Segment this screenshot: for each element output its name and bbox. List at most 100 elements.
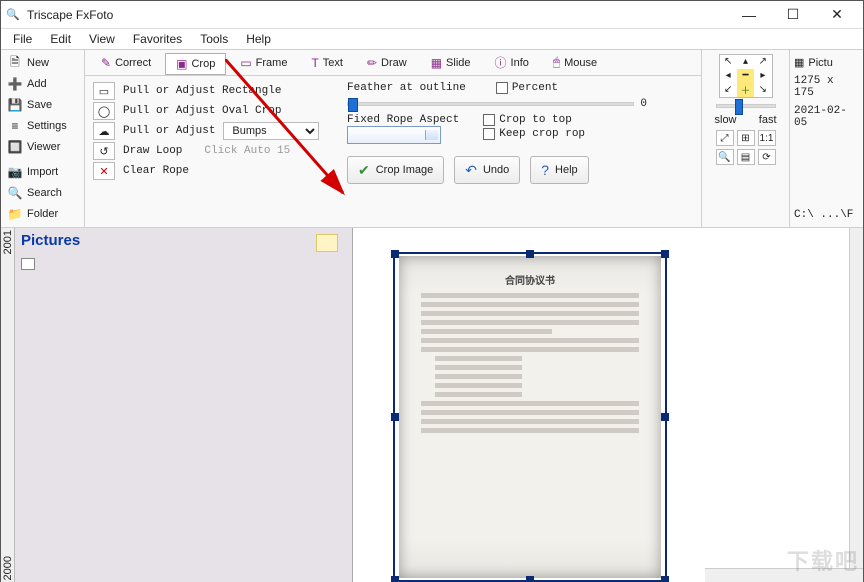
crop-image-button[interactable]: ✔Crop Image bbox=[347, 156, 444, 184]
tool-search[interactable]: 🔍Search bbox=[3, 184, 82, 202]
tool-save[interactable]: 💾Save bbox=[3, 96, 82, 114]
close-button[interactable]: ✕ bbox=[815, 2, 859, 28]
shape-select[interactable]: Bumps bbox=[223, 122, 319, 140]
shape-oval[interactable]: ◯Pull or Adjust Oval Crop bbox=[93, 102, 333, 120]
image-date: 2021-02-05 bbox=[794, 105, 859, 129]
menu-favorites[interactable]: Favorites bbox=[125, 30, 190, 48]
tab-draw[interactable]: ✏Draw bbox=[357, 53, 417, 73]
tool-import[interactable]: 📷Import bbox=[3, 163, 82, 181]
info-icon: ⓘ bbox=[495, 54, 507, 71]
layers-icon[interactable]: ▤ bbox=[737, 149, 755, 165]
main-area: 20012000 Pictures 合同协议书 bbox=[1, 228, 863, 582]
image-path: C:\ ...\F bbox=[794, 209, 859, 221]
import-icon: 📷 bbox=[7, 165, 23, 179]
add-icon: ➕ bbox=[7, 77, 23, 91]
feather-slider[interactable] bbox=[347, 102, 634, 106]
rotate-icon[interactable]: ⟳ bbox=[758, 149, 776, 165]
crop-top-checkbox[interactable]: Crop to top bbox=[483, 114, 585, 126]
tool-area: 🗎New ➕Add 💾Save ≡Settings 🔲Viewer 📷Impor… bbox=[1, 49, 863, 228]
nav-cluster[interactable]: ↖▴↗ ◂━▸ ↙＋↘ bbox=[719, 54, 773, 98]
nav-center-icon[interactable]: ━ bbox=[737, 69, 754, 83]
crop-icon: ▣ bbox=[176, 57, 187, 71]
vertical-ruler: 20012000 bbox=[1, 228, 15, 582]
percent-checkbox[interactable]: Percent bbox=[496, 82, 558, 94]
nav-nw-icon[interactable]: ↖ bbox=[720, 55, 737, 69]
handle-bm[interactable] bbox=[526, 576, 534, 582]
menu-help[interactable]: Help bbox=[238, 30, 279, 48]
pictures-tab[interactable]: ▦Pictu bbox=[794, 56, 859, 69]
help-button[interactable]: ?Help bbox=[530, 156, 588, 184]
nav-w-icon[interactable]: ◂ bbox=[720, 69, 737, 83]
actual-icon[interactable]: 1:1 bbox=[758, 130, 776, 146]
crop-box[interactable] bbox=[393, 252, 667, 582]
tool-folder[interactable]: 📁Folder bbox=[3, 205, 82, 223]
aspect-label: Fixed Rope Aspect bbox=[347, 114, 459, 126]
menu-view[interactable]: View bbox=[81, 30, 123, 48]
app-icon: 🔍 bbox=[5, 7, 21, 23]
maximize-button[interactable]: ☐ bbox=[771, 2, 815, 28]
info-panel: ▦Pictu 1275 x 175 2021-02-05 C:\ ...\F bbox=[789, 50, 863, 227]
handle-ml[interactable] bbox=[391, 413, 399, 421]
mouse-icon: 🖱 bbox=[553, 55, 560, 70]
thumbnail-placeholder[interactable] bbox=[21, 258, 35, 270]
clear-icon: ✕ bbox=[93, 162, 115, 180]
handle-mr[interactable] bbox=[661, 413, 669, 421]
crop-params: Feather at outline Percent 0 Fixed Rope … bbox=[347, 82, 647, 184]
tool-add[interactable]: ➕Add bbox=[3, 75, 82, 93]
scrollbar-vertical[interactable] bbox=[849, 228, 863, 568]
undo-icon: ↶ bbox=[465, 162, 477, 179]
ribbon: ✎Correct ▣Crop ▭Frame TText ✏Draw ▦Slide… bbox=[85, 50, 701, 227]
view-icons: ⤢⊞1:1 🔍▤⟳ bbox=[716, 130, 776, 165]
nav-n-icon[interactable]: ▴ bbox=[737, 55, 754, 69]
speed-slider[interactable] bbox=[716, 104, 776, 108]
menubar: File Edit View Favorites Tools Help bbox=[1, 29, 863, 49]
tab-slide[interactable]: ▦Slide bbox=[421, 53, 481, 73]
nav-ne-icon[interactable]: ↗ bbox=[754, 55, 771, 69]
handle-tr[interactable] bbox=[661, 250, 669, 258]
fit-icon[interactable]: ⤢ bbox=[716, 130, 734, 146]
handle-tl[interactable] bbox=[391, 250, 399, 258]
tool-settings[interactable]: ≡Settings bbox=[3, 117, 82, 135]
search-icon: 🔍 bbox=[7, 186, 23, 200]
tab-text[interactable]: TText bbox=[301, 53, 353, 73]
shape-custom[interactable]: ☁Pull or AdjustBumps bbox=[93, 122, 333, 140]
handle-br[interactable] bbox=[661, 576, 669, 582]
save-icon: 💾 bbox=[7, 98, 23, 112]
menu-edit[interactable]: Edit bbox=[42, 30, 79, 48]
tool-viewer[interactable]: 🔲Viewer bbox=[3, 138, 82, 156]
speed-labels: slowfast bbox=[715, 114, 777, 126]
undo-button[interactable]: ↶Undo bbox=[454, 156, 520, 184]
nav-se-icon[interactable]: ↘ bbox=[754, 82, 771, 97]
menu-file[interactable]: File bbox=[5, 30, 40, 48]
zoom-icon[interactable]: 🔍 bbox=[716, 149, 734, 165]
grid-icon[interactable]: ⊞ bbox=[737, 130, 755, 146]
crop-region[interactable]: 合同协议书 bbox=[393, 252, 667, 582]
tab-info[interactable]: ⓘInfo bbox=[485, 51, 539, 74]
tab-crop[interactable]: ▣Crop bbox=[165, 53, 226, 75]
shape-clear[interactable]: ✕Clear Rope bbox=[93, 162, 333, 180]
nav-e-icon[interactable]: ▸ bbox=[754, 69, 771, 83]
menu-tools[interactable]: Tools bbox=[192, 30, 236, 48]
nav-sw-icon[interactable]: ↙ bbox=[720, 82, 737, 97]
tab-correct[interactable]: ✎Correct bbox=[91, 53, 161, 73]
sticky-note-icon[interactable] bbox=[316, 234, 338, 252]
check-icon: ✔ bbox=[358, 162, 370, 179]
draw-icon: ✏ bbox=[367, 56, 377, 70]
left-toolbar: 🗎New ➕Add 💾Save ≡Settings 🔲Viewer 📷Impor… bbox=[1, 50, 85, 227]
keep-crop-checkbox[interactable]: Keep crop rop bbox=[483, 128, 585, 140]
tab-mouse[interactable]: 🖱Mouse bbox=[543, 52, 607, 73]
handle-tm[interactable] bbox=[526, 250, 534, 258]
oval-icon: ◯ bbox=[93, 102, 115, 120]
nav-plus-icon[interactable]: ＋ bbox=[737, 82, 754, 97]
ribbon-tabs: ✎Correct ▣Crop ▭Frame TText ✏Draw ▦Slide… bbox=[85, 50, 701, 76]
shape-loop[interactable]: ↺Draw LoopClick Auto 15 bbox=[93, 142, 333, 160]
handle-bl[interactable] bbox=[391, 576, 399, 582]
shape-rectangle[interactable]: ▭Pull or Adjust Rectangle bbox=[93, 82, 333, 100]
tab-frame[interactable]: ▭Frame bbox=[230, 53, 297, 73]
correct-icon: ✎ bbox=[101, 56, 111, 70]
shape-tools: ▭Pull or Adjust Rectangle ◯Pull or Adjus… bbox=[93, 82, 333, 184]
aspect-combo[interactable] bbox=[347, 126, 441, 144]
tool-new[interactable]: 🗎New bbox=[3, 54, 82, 72]
minimize-button[interactable]: — bbox=[727, 2, 771, 28]
canvas[interactable]: 合同协议书 下载吧 bbox=[353, 228, 863, 582]
